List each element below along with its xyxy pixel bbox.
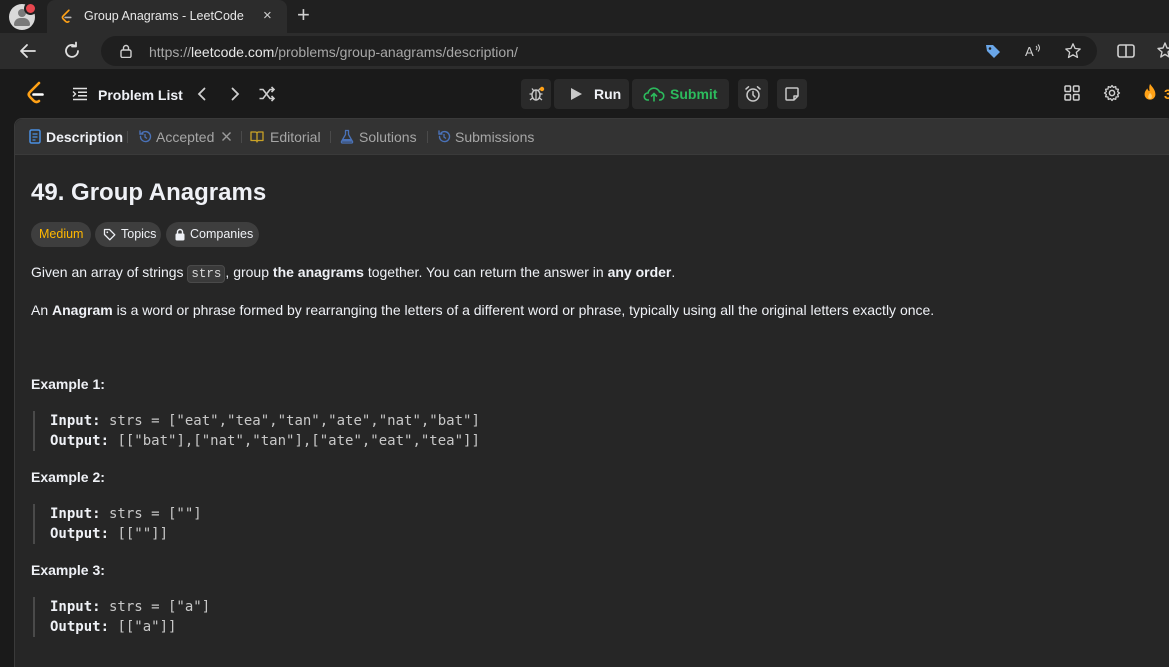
example-block: Input: strs = ["eat","tea","tan","ate","… — [33, 411, 633, 451]
new-tab-button[interactable]: + — [297, 4, 310, 26]
example-heading: Example 1: — [31, 376, 105, 392]
problem-title: 49. Group Anagrams — [31, 179, 267, 206]
browser-toolbar: https://leetcode.com/problems/group-anag… — [0, 33, 1169, 69]
example-block: Input: strs = ["a"] Output: [["a"]] — [33, 597, 633, 637]
back-icon[interactable] — [17, 40, 39, 62]
topics-chip[interactable]: Topics — [95, 222, 161, 247]
shuffle-icon[interactable] — [258, 85, 276, 103]
submissions-history-icon — [438, 130, 451, 143]
lock-icon — [175, 228, 185, 241]
layout-grid-icon[interactable] — [1063, 84, 1081, 102]
solutions-flask-icon — [340, 129, 354, 144]
leetcode-favicon-icon — [61, 9, 72, 23]
debug-bug-icon — [529, 86, 545, 101]
split-screen-icon[interactable] — [1115, 40, 1137, 62]
companies-label: Companies — [190, 227, 254, 241]
problem-list-button[interactable]: Problem List — [98, 87, 183, 103]
tab-solutions[interactable]: Solutions — [359, 129, 417, 145]
streak-fire-icon[interactable] — [1141, 83, 1159, 101]
leetcode-logo-icon[interactable] — [26, 81, 46, 105]
topics-label: Topics — [121, 227, 157, 241]
close-accepted-tab-icon[interactable] — [221, 131, 232, 142]
previous-problem-icon[interactable] — [193, 85, 211, 103]
difficulty-badge: Medium — [31, 222, 92, 247]
tab-divider — [127, 131, 128, 143]
example-block: Input: strs = [""] Output: [[""]] — [33, 504, 633, 544]
profile-avatar-icon[interactable] — [9, 2, 37, 30]
tab-close-icon[interactable]: × — [263, 8, 272, 24]
example-heading: Example 2: — [31, 469, 105, 485]
editorial-book-icon — [250, 131, 264, 143]
run-toolbar: Run Submit — [521, 79, 807, 109]
address-bar[interactable]: https://leetcode.com/problems/group-anag… — [101, 36, 1097, 66]
description-panel: Description Accepted Editorial Solutions… — [14, 118, 1169, 667]
accepted-history-icon — [139, 130, 152, 143]
timer-button[interactable] — [738, 79, 768, 109]
lock-icon[interactable] — [119, 44, 133, 58]
submit-button[interactable]: Submit — [632, 79, 729, 109]
debug-button[interactable] — [521, 79, 551, 109]
tag-icon — [103, 228, 116, 241]
tab-divider — [427, 131, 428, 143]
refresh-icon[interactable] — [61, 40, 83, 62]
tab-divider — [330, 131, 331, 143]
play-icon — [571, 88, 582, 100]
favorites-icon[interactable] — [1156, 40, 1169, 62]
companies-chip[interactable]: Companies — [166, 222, 259, 247]
favorite-star-icon[interactable] — [1064, 42, 1082, 60]
note-icon — [785, 87, 799, 101]
browser-tab[interactable]: Group Anagrams - LeetCode × — [47, 0, 287, 33]
notes-button[interactable] — [777, 79, 807, 109]
url-text[interactable]: https://leetcode.com/problems/group-anag… — [149, 44, 518, 60]
browser-tabstrip: Group Anagrams - LeetCode × + — [0, 0, 1169, 33]
alarm-clock-icon — [745, 86, 761, 102]
problem-statement: Given an array of strings strs, group th… — [31, 264, 676, 283]
leetcode-navbar: Problem List Run Submit 3 — [0, 69, 1169, 118]
inline-code-strs: strs — [187, 265, 226, 283]
svg-text:A: A — [1025, 44, 1034, 59]
streak-count[interactable]: 3 — [1164, 86, 1169, 102]
run-label: Run — [594, 86, 622, 102]
settings-gear-icon[interactable] — [1103, 84, 1121, 102]
tab-divider — [241, 131, 242, 143]
run-button[interactable]: Run — [554, 79, 629, 109]
coupon-tag-icon[interactable] — [984, 42, 1002, 60]
cloud-upload-icon — [643, 87, 665, 102]
tab-submissions[interactable]: Submissions — [455, 129, 534, 145]
submit-label: Submit — [670, 86, 718, 102]
example-heading: Example 3: — [31, 562, 105, 578]
tab-title: Group Anagrams - LeetCode — [84, 9, 244, 23]
read-aloud-icon[interactable]: A — [1024, 42, 1042, 60]
tab-editorial[interactable]: Editorial — [270, 129, 321, 145]
next-problem-icon[interactable] — [226, 85, 244, 103]
anagram-definition: An Anagram is a word or phrase formed by… — [31, 302, 935, 318]
panel-tab-bar: Description Accepted Editorial Solutions… — [15, 119, 1169, 155]
problem-list-icon[interactable] — [72, 87, 88, 101]
tab-accepted[interactable]: Accepted — [156, 129, 214, 145]
tab-description[interactable]: Description — [46, 129, 123, 145]
description-doc-icon — [29, 129, 41, 144]
